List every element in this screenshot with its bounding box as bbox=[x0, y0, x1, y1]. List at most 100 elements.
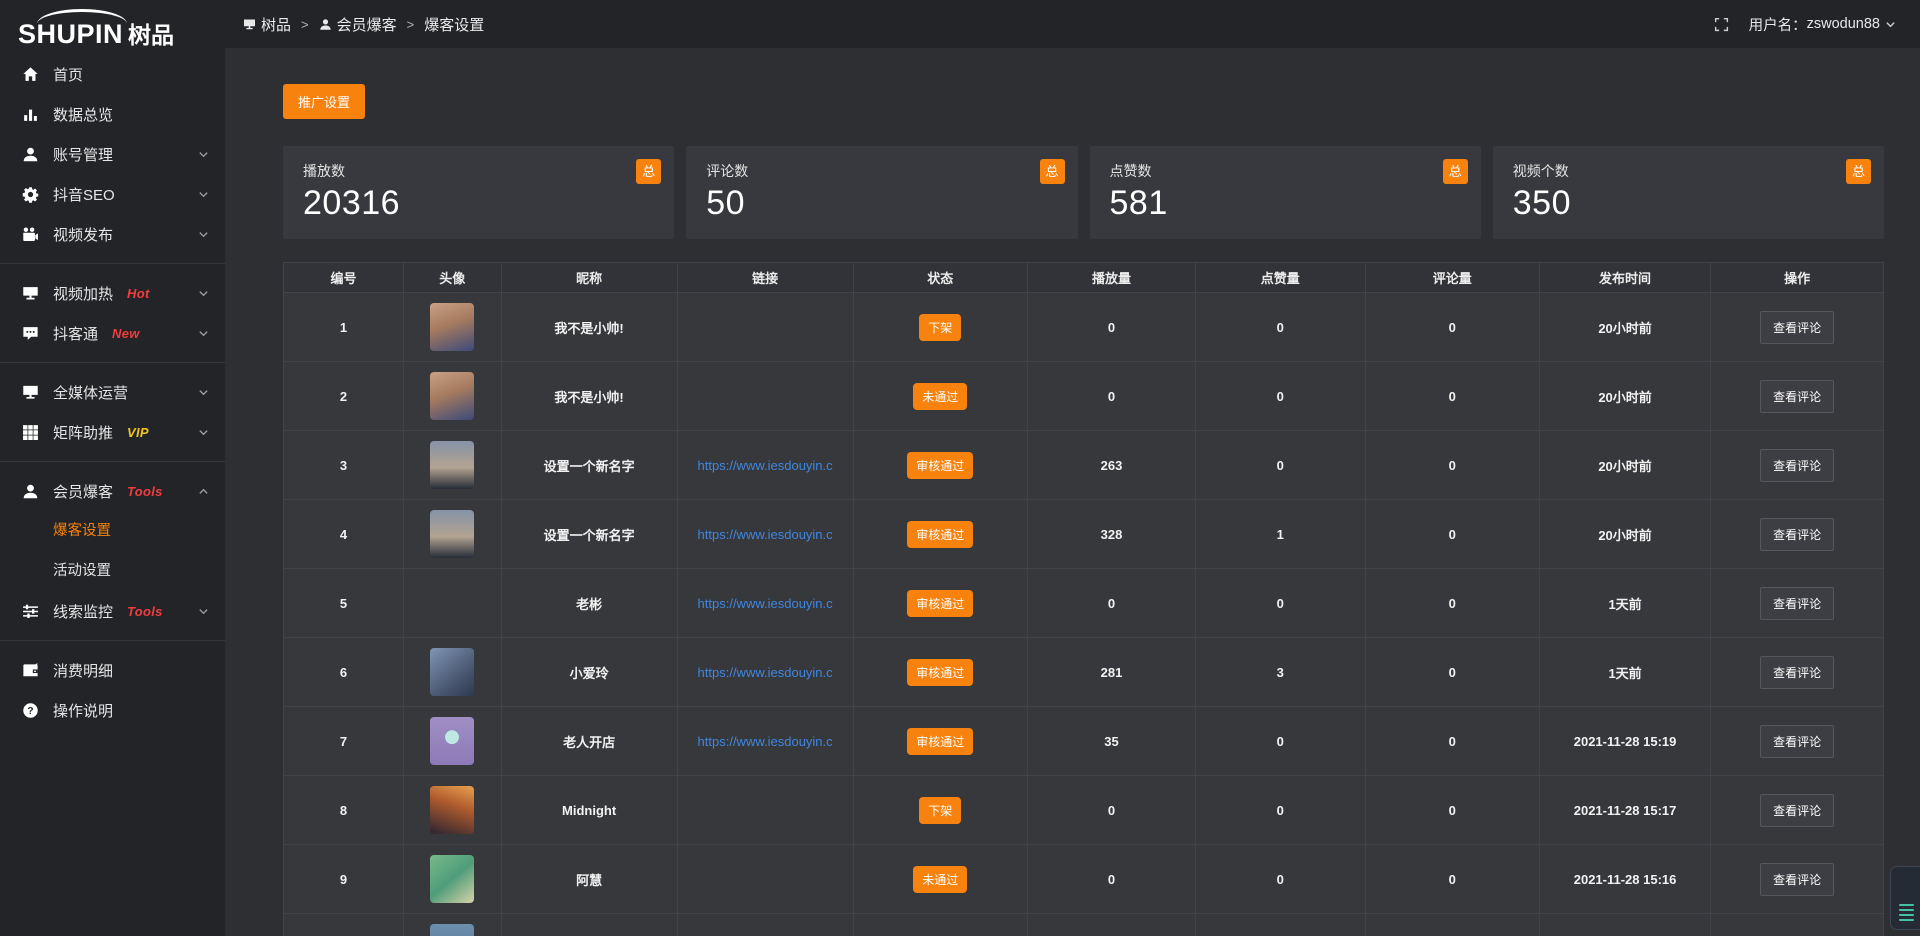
table-row: 2我不是小帅!未通过00020小时前查看评论 bbox=[284, 362, 1884, 431]
breadcrumb-item[interactable]: 会员爆客 bbox=[319, 14, 397, 35]
view-comments-button[interactable]: 查看评论 bbox=[1760, 656, 1834, 689]
wallet-icon bbox=[22, 662, 39, 679]
cell-link: https://www.iesdouyin.c bbox=[677, 707, 853, 776]
view-comments-button[interactable]: 查看评论 bbox=[1760, 449, 1834, 482]
username-label: 用户名： bbox=[1749, 14, 1807, 35]
logo[interactable]: SHUPIN 树品 bbox=[0, 0, 225, 52]
screen-icon bbox=[22, 285, 39, 302]
video-link[interactable]: https://www.iesdouyin.c bbox=[679, 665, 852, 680]
cell-avatar bbox=[404, 707, 502, 776]
cell-comments: 0 bbox=[1365, 776, 1539, 845]
user-icon bbox=[22, 146, 39, 163]
sidebar-item[interactable]: 矩阵助推 VIP bbox=[0, 412, 225, 452]
cell-likes: 0 bbox=[1195, 776, 1365, 845]
stat-cards: 播放数20316总评论数50总点赞数581总视频个数350总 bbox=[283, 146, 1884, 239]
sidebar-nav: 首页数据总览账号管理抖音SEO视频发布视频加热Hot抖客通New全媒体运营矩阵助… bbox=[0, 52, 225, 730]
video-link[interactable]: https://www.iesdouyin.c bbox=[679, 596, 852, 611]
cell-action: 查看评论 bbox=[1711, 638, 1884, 707]
sidebar-item[interactable]: 全媒体运营 bbox=[0, 372, 225, 412]
video-link[interactable]: https://www.iesdouyin.c bbox=[679, 527, 852, 542]
screen-icon-wrap bbox=[22, 285, 39, 302]
cell-time: 20小时前 bbox=[1539, 500, 1710, 569]
chevron-down-icon bbox=[198, 427, 209, 438]
username[interactable]: zswodun88 bbox=[1807, 16, 1880, 32]
cell-nickname: 我不是小帅! bbox=[501, 362, 677, 431]
chevron-down-icon[interactable] bbox=[1885, 19, 1896, 30]
video-link[interactable]: https://www.iesdouyin.c bbox=[679, 734, 852, 749]
breadcrumb-item[interactable]: 爆客设置 bbox=[424, 14, 484, 35]
sidebar-item-badge: VIP bbox=[127, 425, 149, 440]
cell-status: 审核通过 bbox=[853, 638, 1027, 707]
sidebar-item[interactable]: 账号管理 bbox=[0, 134, 225, 174]
user-area: 用户名： zswodun88 bbox=[1714, 14, 1896, 35]
breadcrumb-item[interactable]: 树品 bbox=[243, 14, 291, 35]
sidebar-item[interactable]: ?操作说明 bbox=[0, 690, 225, 730]
sidebar-divider bbox=[0, 362, 225, 363]
status-badge: 审核通过 bbox=[907, 659, 973, 686]
column-header: 状态 bbox=[853, 263, 1027, 293]
sidebar-item[interactable]: 首页 bbox=[0, 54, 225, 94]
promote-settings-button[interactable]: 推广设置 bbox=[283, 84, 365, 119]
cell-comments: 0 bbox=[1365, 845, 1539, 914]
view-comments-button[interactable]: 查看评论 bbox=[1760, 794, 1834, 827]
cell-time: 1天前 bbox=[1539, 569, 1710, 638]
sidebar-item[interactable]: 消费明细 bbox=[0, 650, 225, 690]
user-icon-wrap bbox=[22, 146, 39, 163]
cell-comments: 0 bbox=[1365, 707, 1539, 776]
table-row: 7老人开店https://www.iesdouyin.c审核通过35002021… bbox=[284, 707, 1884, 776]
chat-icon-wrap bbox=[22, 325, 39, 342]
stat-card: 评论数50总 bbox=[686, 146, 1077, 239]
cell-likes: 0 bbox=[1195, 707, 1365, 776]
cell-plays: 0 bbox=[1027, 569, 1195, 638]
user-icon-wrap bbox=[22, 483, 39, 500]
sidebar-item[interactable]: 视频加热Hot bbox=[0, 273, 225, 313]
view-comments-button[interactable]: 查看评论 bbox=[1760, 725, 1834, 758]
sidebar-item[interactable]: 抖音SEO bbox=[0, 174, 225, 214]
cell-time: 20小时前 bbox=[1539, 431, 1710, 500]
cell-id: 4 bbox=[284, 500, 404, 569]
sidebar-subitem[interactable]: 活动设置 bbox=[0, 551, 225, 591]
sidebar-item[interactable]: 数据总览 bbox=[0, 94, 225, 134]
cell-plays: 0 bbox=[1027, 776, 1195, 845]
cell-comments: 0 bbox=[1365, 569, 1539, 638]
logo-cn: 树品 bbox=[128, 16, 174, 50]
view-comments-button[interactable]: 查看评论 bbox=[1760, 587, 1834, 620]
cell-avatar bbox=[404, 638, 502, 707]
sidebar-subitem[interactable]: 爆客设置 bbox=[0, 511, 225, 551]
cell-likes bbox=[1195, 914, 1365, 936]
cell-plays: 281 bbox=[1027, 638, 1195, 707]
fullscreen-icon[interactable] bbox=[1714, 17, 1729, 32]
view-comments-button[interactable]: 查看评论 bbox=[1760, 380, 1834, 413]
sidebar-item-label: 矩阵助推 bbox=[53, 422, 113, 443]
cell-nickname: 阿慧 bbox=[501, 845, 677, 914]
cell-status: 审核通过 bbox=[853, 569, 1027, 638]
cell-id: 9 bbox=[284, 845, 404, 914]
sidebar-item[interactable]: 会员爆客Tools bbox=[0, 471, 225, 511]
cell-time: 20小时前 bbox=[1539, 293, 1710, 362]
cell-link bbox=[677, 776, 853, 845]
cell-nickname: 设置一个新名字 bbox=[501, 431, 677, 500]
view-comments-button[interactable]: 查看评论 bbox=[1760, 863, 1834, 896]
cell-nickname: 小爱玲 bbox=[501, 638, 677, 707]
cell-id: 1 bbox=[284, 293, 404, 362]
avatar bbox=[430, 717, 474, 765]
chevron-down-icon bbox=[198, 189, 209, 200]
avatar bbox=[430, 924, 474, 936]
cell-status: 审核通过 bbox=[853, 431, 1027, 500]
sidebar-item[interactable]: 抖客通New bbox=[0, 313, 225, 353]
sidebar-item[interactable]: 线索监控Tools bbox=[0, 591, 225, 631]
view-comments-button[interactable]: 查看评论 bbox=[1760, 311, 1834, 344]
total-badge: 总 bbox=[1443, 159, 1468, 184]
cell-plays: 0 bbox=[1027, 845, 1195, 914]
column-header: 点赞量 bbox=[1195, 263, 1365, 293]
sidebar-item-label: 抖客通 bbox=[53, 323, 98, 344]
chevron-down-icon bbox=[198, 387, 209, 398]
cell-time: 2021-11-28 15:17 bbox=[1539, 776, 1710, 845]
floating-chat-widget[interactable] bbox=[1890, 866, 1920, 930]
view-comments-button[interactable]: 查看评论 bbox=[1760, 518, 1834, 551]
wallet-icon-wrap bbox=[22, 662, 39, 679]
sidebar-item[interactable]: 视频发布 bbox=[0, 214, 225, 254]
stat-card: 视频个数350总 bbox=[1493, 146, 1884, 239]
video-link[interactable]: https://www.iesdouyin.c bbox=[679, 458, 852, 473]
help-icon-wrap: ? bbox=[22, 702, 39, 719]
